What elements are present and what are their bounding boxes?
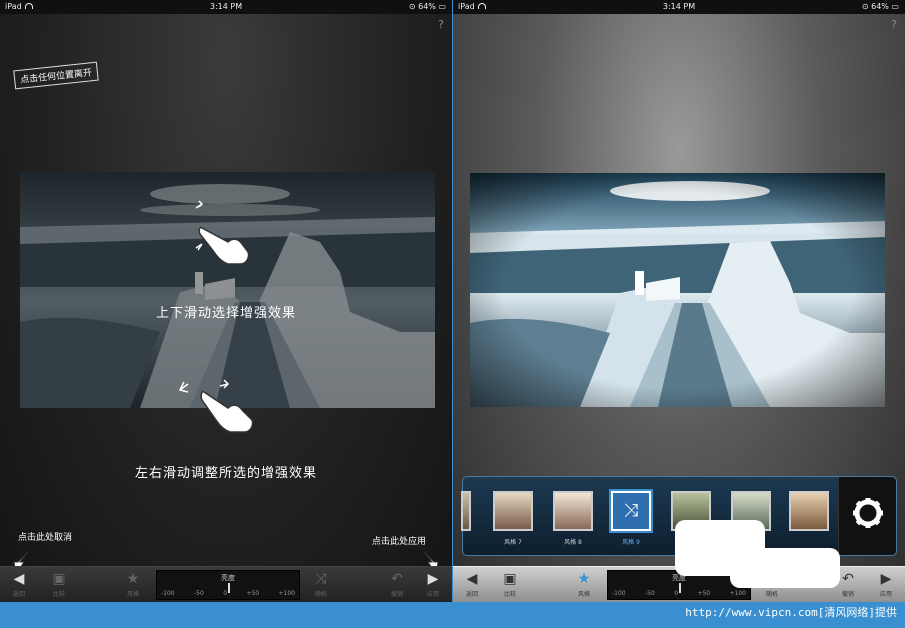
status-bar: iPad 3:14 PM ⊙ 64% ▭ xyxy=(0,0,452,14)
back-arrow-icon: ◀ xyxy=(466,571,478,587)
swipe-horizontal-hint: 左右滑动调整所选的增强效果 xyxy=(134,466,317,481)
style-thumb-12[interactable] xyxy=(789,491,829,531)
left-screen: iPad 3:14 PM ⊙ 64% ▭ ? 点击任何位置离开 上下滑动选择增强… xyxy=(0,0,452,602)
gear-icon xyxy=(853,498,883,528)
shuffle-icon: ⤨ xyxy=(315,571,327,587)
help-button[interactable]: ? xyxy=(891,18,897,31)
star-icon: ★ xyxy=(577,571,591,587)
swipe-vertical-hint: 上下滑动选择增强效果 xyxy=(155,306,296,321)
undo-icon: ↶ xyxy=(391,571,403,587)
star-icon: ★ xyxy=(126,571,140,587)
compare-button[interactable]: ▣ 比较 xyxy=(44,567,74,602)
clock: 3:14 PM xyxy=(209,2,243,11)
help-button[interactable]: ? xyxy=(438,18,444,31)
cancel-note: 点击此处取消 xyxy=(18,533,73,543)
compare-button[interactable]: ▣ 比较 xyxy=(495,567,525,602)
brightness-slider[interactable]: 亮度 -100 -50 0 +50 +100 xyxy=(156,570,300,600)
undo-button[interactable]: ↶ 撤销 xyxy=(382,567,412,602)
forward-arrow-icon: ▶ xyxy=(880,571,892,587)
slider-ticks: -100 -50 0 +50 +100 xyxy=(612,590,746,597)
apply-button[interactable]: ▶ 应用 xyxy=(418,567,448,602)
status-bar: iPad 3:14 PM ⊙ 64% ▭ xyxy=(453,0,905,14)
forward-arrow-icon: ▶ xyxy=(427,571,439,587)
style-thumb-9-selected[interactable]: ⤨ xyxy=(611,491,651,531)
tap-anywhere-to-exit-label[interactable]: 点击任何位置离开 xyxy=(13,61,99,90)
image-icon: ▣ xyxy=(503,571,517,587)
style-thumb-7[interactable] xyxy=(493,491,533,531)
style-button[interactable]: ★ 风格 xyxy=(118,567,148,602)
style-button[interactable]: ★ 风格 xyxy=(569,567,599,602)
back-button[interactable]: ◀ 返回 xyxy=(4,567,34,602)
shuffle-icon: ⤨ xyxy=(623,500,639,521)
random-button[interactable]: ⤨随机 xyxy=(306,567,336,602)
battery-label: ⊙ 64% ▭ xyxy=(408,2,446,11)
clock: 3:14 PM xyxy=(662,2,696,11)
style-thumb-8[interactable] xyxy=(553,491,593,531)
slider-ticks: -100 -50 0 +50 +100 xyxy=(161,590,295,597)
back-button[interactable]: ◀ 返回 xyxy=(457,567,487,602)
lock-rotation-icon: ⊙ xyxy=(861,2,872,11)
image-icon: ▣ xyxy=(52,571,66,587)
swipe-horizontal-gesture-icon xyxy=(178,379,254,433)
site-footer-bar: http://www.vipcn.com[清风网络]提供 xyxy=(0,602,905,628)
bottom-toolbar: ◀返回 ▣比较 ★风格 亮度 -100-500+50+100 ⤨随机 ↶撤销 ▶… xyxy=(0,566,452,602)
photo-preview-enhanced[interactable] xyxy=(470,173,885,407)
style-thumb-partial[interactable] xyxy=(461,491,471,531)
watermark-text: http://www.vipcn.com[清风网络]提供 xyxy=(685,606,897,619)
apply-button[interactable]: ▶ 应用 xyxy=(871,567,901,602)
back-arrow-icon: ◀ xyxy=(13,571,25,587)
lock-rotation-icon: ⊙ xyxy=(408,2,419,11)
swipe-vertical-gesture-icon xyxy=(195,200,250,265)
watermark-blob xyxy=(730,548,840,588)
battery-label: ⊙ 64% ▭ xyxy=(861,2,899,11)
apply-note: 点击此处应用 xyxy=(372,537,427,547)
settings-button[interactable] xyxy=(838,477,896,555)
